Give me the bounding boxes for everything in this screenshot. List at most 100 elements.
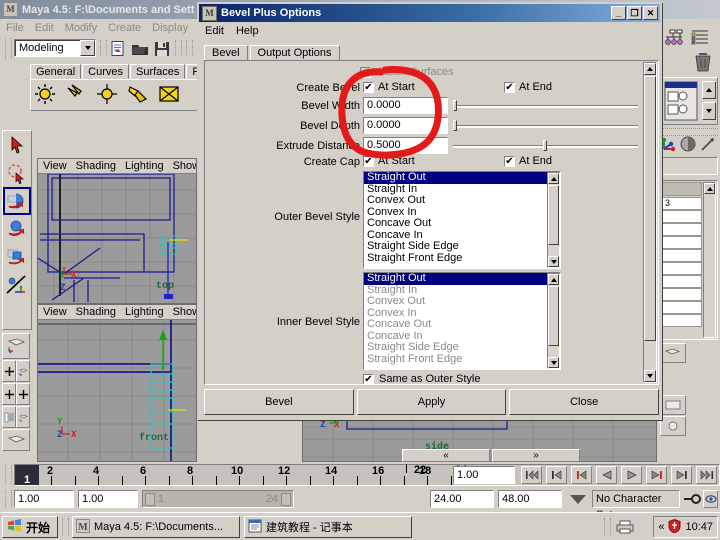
bevel-width-input[interactable]: 0.0000 [363,97,448,114]
rotate-tool[interactable] [3,215,31,243]
taskbar-handle[interactable] [62,518,69,536]
shelf-tab-surfaces[interactable]: Surfaces [129,64,186,79]
viewport-menu-shading[interactable]: Shading [76,160,116,172]
toolbar-handle-2[interactable] [175,40,182,56]
timeline-handle[interactable] [5,465,12,484]
inner-list-scrollbar[interactable] [547,273,560,369]
bevel-depth-slider[interactable] [453,118,638,133]
select-tool[interactable] [3,131,31,159]
channel-row[interactable] [662,236,702,249]
scroll-up-icon[interactable] [702,81,716,99]
create-bevel-at-end-checkbox[interactable]: ✔ [504,82,515,93]
range-left-handle[interactable] [145,492,155,506]
scroll-down-icon[interactable] [644,370,656,382]
channel-row[interactable] [662,301,702,314]
channel-box-scrollbar[interactable] [703,182,716,338]
axis-icon[interactable] [660,135,678,156]
character-set-field[interactable]: No Character Set [592,490,680,521]
extrude-distance-input[interactable]: 0.5000 [363,137,448,154]
save-scene-icon[interactable] [152,39,171,58]
step-back-frame-icon[interactable] [571,466,592,484]
red-shield-icon[interactable] [668,518,681,536]
viewport-front[interactable]: View Shading Lighting Show [37,304,197,462]
list-item[interactable]: Straight Side Edge [364,240,560,253]
create-cap-at-end-checkbox[interactable]: ✔ [504,156,515,167]
viewport-menu-view[interactable]: View [43,306,67,318]
scroll-down-icon[interactable] [702,102,716,120]
create-bevel-at-start-checkbox[interactable]: ✔ [363,82,374,93]
shelf-tab-curves[interactable]: Curves [82,64,129,79]
list-item[interactable]: Convex Out [364,194,560,207]
channel-row[interactable] [662,223,702,236]
dialog-menu-bar[interactable]: Edit Help [199,23,259,39]
scroll-down-icon[interactable] [548,256,559,267]
directional-light-icon[interactable] [62,80,90,108]
spot-light-icon[interactable] [124,80,152,108]
close-button[interactable]: ✕ [643,6,658,20]
anim-end-field[interactable]: 48.00 [498,490,562,508]
menu-display[interactable]: Display [152,22,188,34]
scale-tool[interactable] [3,243,31,271]
right-lower-buttons[interactable] [660,395,718,455]
create-cap-at-start-checkbox[interactable]: ✔ [363,156,374,167]
viewport-top[interactable]: View Shading Lighting Show [37,158,197,304]
uv-icon[interactable] [699,135,717,156]
outer-bevel-style-list[interactable]: Straight Out Straight In Convex Out Conv… [363,171,561,269]
menu-set-selector[interactable]: Modeling [14,39,96,57]
scroll-up-icon[interactable] [644,63,656,75]
scroll-thumb[interactable] [644,76,656,341]
attribute-editor-icon[interactable] [664,81,698,124]
new-scene-icon[interactable] [108,39,127,58]
play-forwards-icon[interactable] [621,466,642,484]
outer-list-scrollbar[interactable] [547,172,560,268]
lower-button-1[interactable] [660,395,686,415]
toolbar-handle-1[interactable] [100,40,107,56]
key-icon[interactable] [683,492,701,509]
viewport-menu-lighting[interactable]: Lighting [125,160,164,172]
scroll-thumb[interactable] [548,185,559,245]
minimize-button[interactable]: _ [611,6,626,20]
side-scroll-left-button[interactable]: « [402,449,490,462]
scroll-up-icon[interactable] [704,183,715,194]
two-pane-layout-a[interactable] [2,383,16,405]
dialog-tab-bar[interactable]: Bevel Output Options [204,44,342,61]
extrude-distance-slider[interactable] [453,138,638,153]
channel-box[interactable]: 3 [660,180,718,340]
point-light-icon[interactable] [93,80,121,108]
bevel-depth-input[interactable]: 0.0000 [363,117,448,134]
range-slider[interactable]: 1 24 [142,490,294,508]
hypergraph-icon[interactable] [662,28,686,53]
render-icon[interactable] [679,135,697,156]
menu-edit[interactable]: Edit [35,22,54,34]
toggle-panel-button[interactable] [660,343,686,363]
trash-icon[interactable] [693,51,713,76]
step-forward-key-icon[interactable] [671,466,692,484]
auto-key-icon[interactable] [703,490,718,508]
right-extra-buttons[interactable] [660,343,718,365]
single-perspective-layout[interactable] [2,333,30,359]
play-backwards-icon[interactable] [596,466,617,484]
side-scroll-right-button[interactable]: » [492,449,580,462]
dialog-menu-help[interactable]: Help [236,25,259,37]
channel-row-value[interactable]: 3 [662,197,702,210]
anim-start-field[interactable]: 24.00 [430,490,494,508]
dialog-menu-edit[interactable]: Edit [205,25,224,37]
open-scene-icon[interactable] [130,39,149,58]
bevel-button[interactable]: Bevel [204,389,354,415]
list-item[interactable]: Straight Front Edge [364,252,560,265]
tab-output-options[interactable]: Output Options [249,45,340,61]
four-view-layout-b[interactable] [16,360,30,382]
range-slider-handle[interactable] [5,490,12,507]
ambient-light-icon[interactable] [31,80,59,108]
universal-manipulator-tool[interactable] [3,271,31,299]
printer-icon[interactable] [616,520,634,537]
range-start-field[interactable]: 1.00 [14,490,74,508]
taskbar-item-notepad[interactable]: 建筑教程 - 记事本 [244,516,412,538]
menu-file[interactable]: File [6,22,24,34]
two-pane-layout-b[interactable] [16,383,30,405]
viewport-menu-lighting[interactable]: Lighting [125,306,164,318]
shelf-tab-general[interactable]: General [30,64,82,79]
viewport-front-canvas[interactable]: Y X Z [38,320,196,461]
viewport-menu-show[interactable]: Show [173,306,196,318]
current-frame-marker[interactable]: 1 [15,465,39,486]
